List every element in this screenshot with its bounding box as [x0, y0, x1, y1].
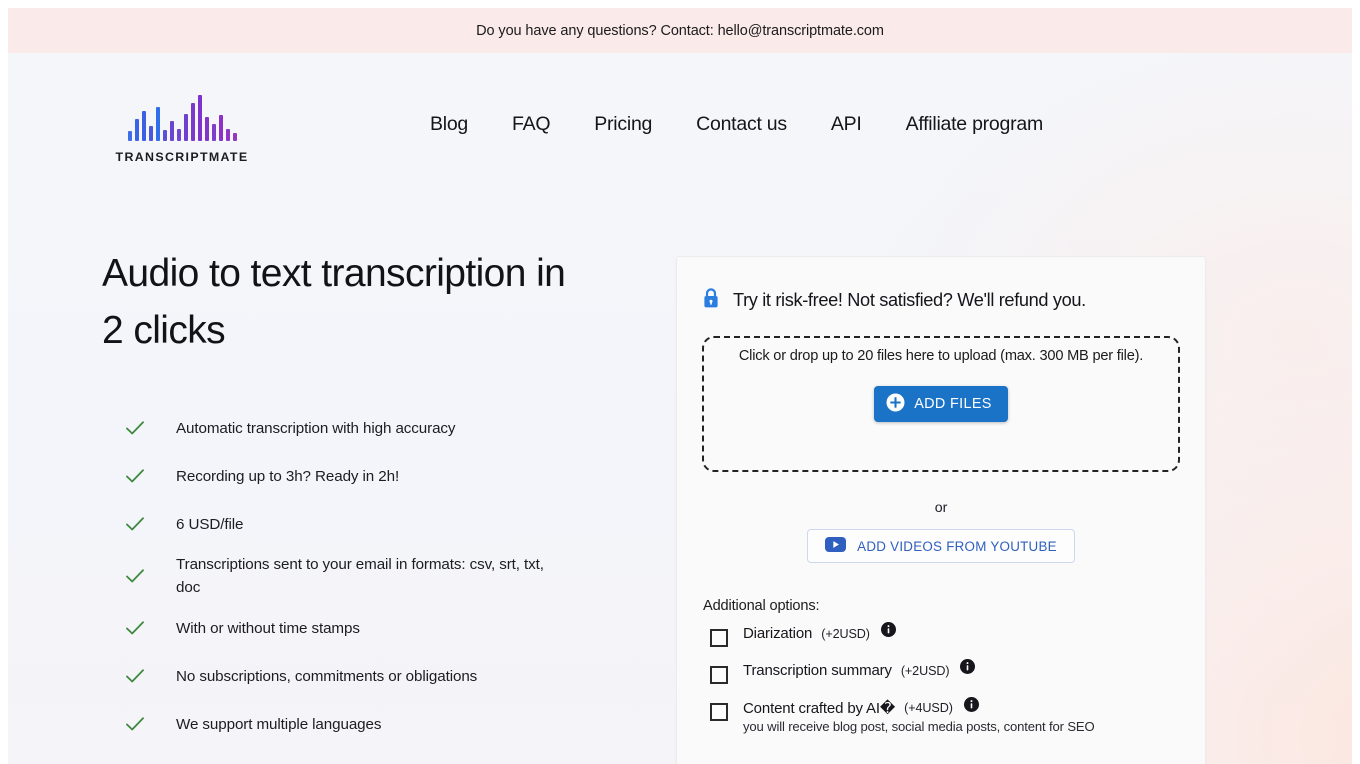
logo[interactable]: TRANSCRIPTMATE	[114, 95, 250, 164]
option-transcription-summary: Transcription summary (+2USD)	[710, 659, 1189, 684]
site-header: TRANSCRIPTMATE Blog FAQ Pricing Contact …	[8, 53, 1352, 188]
option-label: Diarization	[743, 625, 813, 642]
option-body: Transcription summary (+2USD)	[743, 659, 976, 679]
info-icon[interactable]	[880, 622, 896, 637]
page-root: Do you have any questions? Contact: hell…	[0, 0, 1360, 764]
list-item: We support multiple languages	[102, 700, 662, 748]
plus-circle-icon	[886, 393, 905, 415]
nav-item-faq[interactable]: FAQ	[490, 109, 572, 140]
additional-options-list: Diarization (+2USD) Transcription summar…	[693, 622, 1189, 734]
upload-card: Try it risk-free! Not satisfied? We'll r…	[676, 256, 1206, 764]
youtube-button-wrap: ADD VIDEOS FROM YOUTUBE	[693, 529, 1189, 563]
check-icon	[102, 665, 176, 687]
guarantee-text: Try it risk-free! Not satisfied? We'll r…	[733, 290, 1086, 310]
youtube-button-label: ADD VIDEOS FROM YOUTUBE	[857, 538, 1057, 554]
main-nav: Blog FAQ Pricing Contact us API Affiliat…	[408, 109, 1065, 140]
waveform-icon	[114, 95, 250, 141]
option-description: you will receive blog post, social media…	[743, 719, 1095, 734]
nav-item-contact-us[interactable]: Contact us	[674, 109, 809, 140]
additional-options-title: Additional options:	[703, 598, 820, 614]
list-item-label: We support multiple languages	[176, 715, 382, 733]
list-item: Recording up to 3h? Ready in 2h!	[102, 452, 662, 500]
add-youtube-videos-button[interactable]: ADD VIDEOS FROM YOUTUBE	[807, 529, 1075, 563]
announcement-bar: Do you have any questions? Contact: hell…	[8, 8, 1352, 53]
lock-icon	[701, 287, 721, 314]
check-icon	[102, 465, 176, 487]
list-item: With or without time stamps	[102, 604, 662, 652]
youtube-play-icon	[825, 537, 847, 555]
or-divider-label: or	[934, 500, 948, 516]
option-body: Content crafted by AI� (+4USD) you will	[743, 696, 1095, 734]
option-price: (+2USD)	[900, 663, 950, 678]
dropzone-instructions: Click or drop up to 20 files here to upl…	[738, 348, 1144, 364]
add-files-button[interactable]: ADD FILES	[874, 386, 1008, 422]
nav-item-affiliate-program[interactable]: Affiliate program	[884, 109, 1065, 140]
list-item-label: With or without time stamps	[176, 619, 360, 637]
announcement-text: Do you have any questions? Contact: hell…	[476, 22, 884, 39]
list-item-label: Transcriptions sent to your email in for…	[176, 556, 544, 596]
list-item-label: Automatic transcription with high accura…	[176, 419, 456, 437]
option-price: (+4USD)	[904, 701, 953, 715]
option-line: Transcription summary (+2USD)	[743, 659, 976, 679]
diarization-checkbox[interactable]	[710, 629, 728, 647]
nav-item-api[interactable]: API	[809, 109, 884, 140]
check-icon	[102, 565, 176, 587]
check-icon	[102, 617, 176, 639]
hero-section: Audio to text transcription in 2 clicks …	[102, 245, 662, 748]
logo-wordmark: TRANSCRIPTMATE	[115, 150, 249, 164]
file-dropzone[interactable]: Click or drop up to 20 files here to upl…	[702, 336, 1180, 472]
check-icon	[102, 713, 176, 735]
option-diarization: Diarization (+2USD)	[710, 622, 1189, 647]
option-line: Diarization (+2USD)	[743, 622, 896, 642]
list-item: 6 USD/file	[102, 500, 662, 548]
list-item: Automatic transcription with high accura…	[102, 404, 662, 452]
content-crafted-by-ai-checkbox[interactable]	[710, 703, 728, 721]
page-body: TRANSCRIPTMATE Blog FAQ Pricing Contact …	[8, 53, 1352, 764]
option-content-crafted-by-ai: Content crafted by AI� (+4USD) you will	[710, 696, 1189, 734]
option-label: Transcription summary	[743, 662, 892, 679]
transcription-summary-checkbox[interactable]	[710, 666, 728, 684]
feature-list: Automatic transcription with high accura…	[102, 404, 662, 748]
option-price: (+2USD)	[821, 626, 870, 641]
list-item: No subscriptions, commitments or obligat…	[102, 652, 662, 700]
nav-item-pricing[interactable]: Pricing	[572, 109, 674, 140]
page-title: Audio to text transcription in 2 clicks	[102, 252, 566, 352]
list-item: Transcriptions sent to your email in for…	[102, 548, 662, 604]
list-item-label: 6 USD/file	[176, 515, 244, 533]
check-icon	[102, 417, 176, 439]
option-line: Content crafted by AI� (+4USD)	[743, 696, 1095, 717]
info-icon[interactable]	[960, 659, 976, 674]
option-body: Diarization (+2USD)	[743, 622, 896, 642]
list-item-label: No subscriptions, commitments or obligat…	[176, 667, 478, 685]
nav-item-blog[interactable]: Blog	[408, 109, 490, 140]
check-icon	[102, 513, 176, 535]
info-icon[interactable]	[963, 696, 979, 712]
guarantee-banner: Try it risk-free! Not satisfied? We'll r…	[693, 287, 1189, 314]
add-files-label: ADD FILES	[914, 396, 992, 412]
list-item-label: Recording up to 3h? Ready in 2h!	[176, 467, 400, 485]
option-label: Content crafted by AI�	[743, 700, 896, 717]
